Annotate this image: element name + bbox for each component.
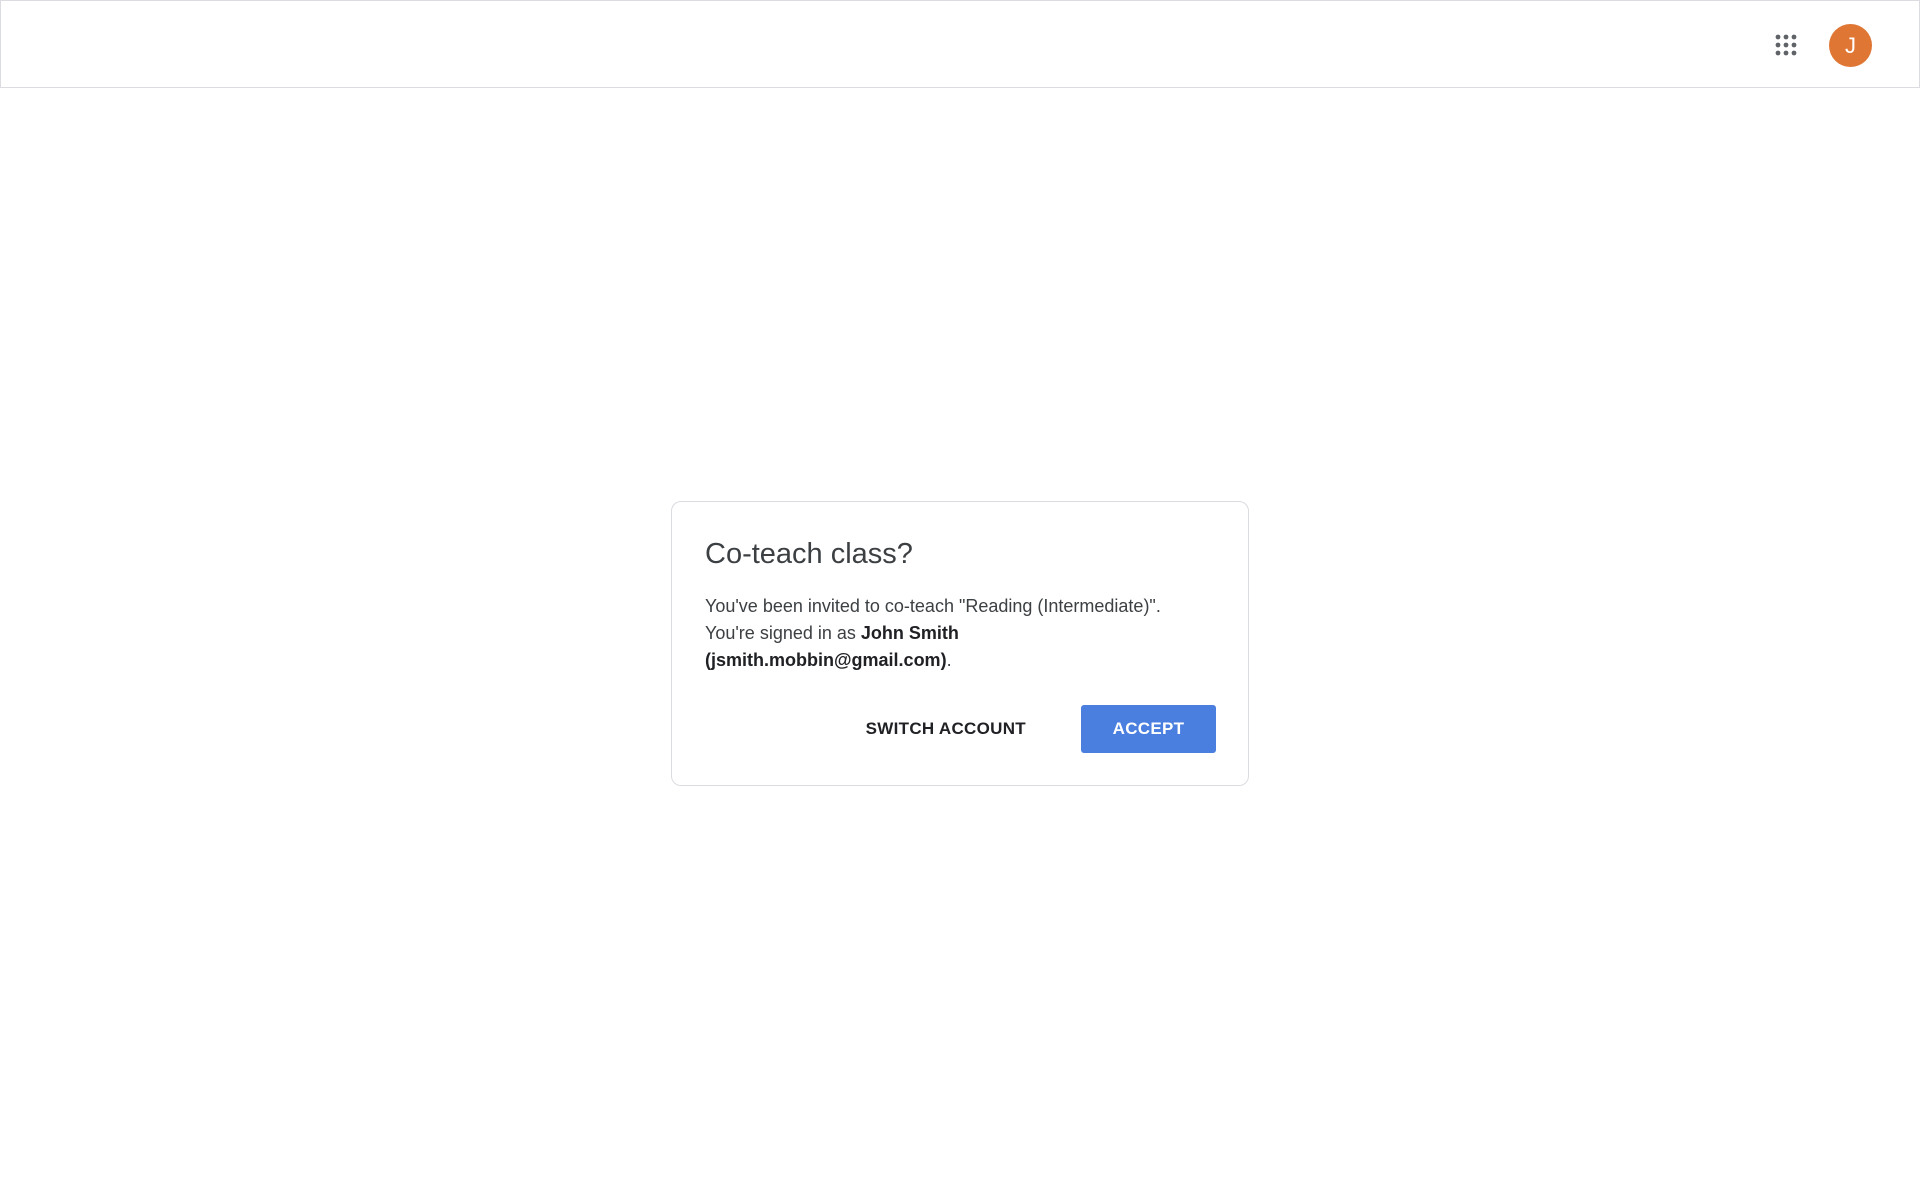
switch-account-button[interactable]: SWITCH ACCOUNT — [839, 705, 1053, 753]
avatar-initial: J — [1845, 32, 1856, 58]
dialog-message: You've been invited to co-teach "Reading… — [705, 593, 1205, 674]
apps-grid-icon — [1775, 34, 1797, 56]
top-app-bar: J — [0, 0, 1920, 88]
google-apps-button[interactable] — [1762, 25, 1810, 65]
dialog-message-end: . — [946, 650, 952, 670]
dialog-title: Co-teach class? — [705, 538, 913, 570]
accept-button[interactable]: ACCEPT — [1081, 705, 1216, 753]
co-teach-invitation-dialog: Co-teach class? You've been invited to c… — [671, 501, 1249, 786]
signed-in-user-email: (jsmith.mobbin@gmail.com) — [705, 650, 947, 670]
signed-in-user-name: John Smith — [860, 623, 959, 643]
dialog-actions: SWITCH ACCOUNT ACCEPT — [839, 705, 1216, 753]
account-avatar[interactable]: J — [1829, 24, 1872, 67]
